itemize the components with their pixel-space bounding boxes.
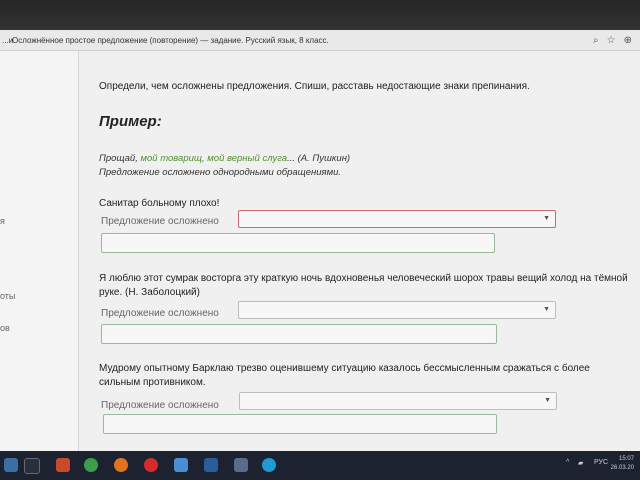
left-sidebar: я оты ов <box>0 51 79 451</box>
chrome-icon[interactable] <box>84 458 98 472</box>
windows-taskbar: ^ ▰ РУС 15:07 26.03.20 <box>0 451 640 480</box>
search-icon[interactable]: ⌕ <box>593 35 599 46</box>
example-prefix: Прощай, <box>99 153 141 164</box>
page-title: Осложнённое простое предложение (повторе… <box>12 35 329 45</box>
example-explanation: Предложение осложнено однородными обраще… <box>99 167 342 178</box>
question-2-label: Предложение осложнено <box>101 308 219 319</box>
question-2-text: Я люблю этот сумрак восторга эту краткую… <box>99 273 628 298</box>
monitor-bezel <box>0 0 640 30</box>
app-icon[interactable] <box>204 458 218 472</box>
chevron-down-icon: ▼ <box>544 397 551 404</box>
example-sentence: Прощай, мой товарищ, мой верный слуга...… <box>99 153 350 164</box>
example-heading: Пример: <box>99 113 162 130</box>
question-2-answer-input[interactable] <box>101 324 497 344</box>
tray-arrow-icon[interactable]: ^ <box>566 459 569 466</box>
chevron-down-icon: ▼ <box>543 215 550 222</box>
app-icon[interactable] <box>234 458 248 472</box>
question-1-answer-input[interactable] <box>101 233 495 253</box>
start-icon[interactable] <box>4 458 18 472</box>
network-icon[interactable]: ▰ <box>578 459 583 467</box>
tab-prefix: ...и <box>2 35 14 45</box>
firefox-icon[interactable] <box>114 458 128 472</box>
yandex-browser-icon[interactable] <box>144 458 158 472</box>
example-highlight: мой товарищ, мой верный слуга <box>140 153 288 164</box>
language-indicator[interactable]: РУС <box>594 459 608 466</box>
question-1-select[interactable]: ▼ <box>238 210 556 228</box>
system-clock[interactable]: 15:07 26.03.20 <box>611 455 634 473</box>
sidebar-fragment[interactable]: оты <box>0 291 15 301</box>
question-3-select[interactable]: ▼ <box>239 392 557 410</box>
question-3-label: Предложение осложнено <box>101 400 219 411</box>
clock-time: 15:07 <box>618 456 634 462</box>
app-icon[interactable] <box>174 458 188 472</box>
globe-icon[interactable]: ⊕ <box>624 35 632 46</box>
browser-title-bar: ...и Осложнённое простое предложение (по… <box>0 30 640 51</box>
sidebar-fragment[interactable]: ов <box>0 323 10 333</box>
sidebar-fragment[interactable]: я <box>0 216 5 226</box>
task-instruction: Определи, чем осложнены предложения. Спи… <box>99 81 530 92</box>
question-1-text: Санитар больному плохо! <box>99 198 220 209</box>
chevron-down-icon: ▼ <box>543 306 550 313</box>
star-icon[interactable]: ☆ <box>607 35 616 46</box>
question-1-label: Предложение осложнено <box>101 216 219 227</box>
media-player-icon[interactable] <box>56 458 70 472</box>
task-content: Определи, чем осложнены предложения. Спи… <box>79 51 640 451</box>
clock-date: 26.03.20 <box>610 465 634 471</box>
example-suffix: ... (А. Пушкин) <box>287 153 351 164</box>
skype-icon[interactable] <box>262 458 276 472</box>
task-view-icon[interactable] <box>24 458 40 474</box>
question-3-text: Мудрому опытному Барклаю трезво оценивше… <box>99 363 590 388</box>
question-3-answer-input[interactable] <box>103 414 497 434</box>
question-2-select[interactable]: ▼ <box>238 301 556 319</box>
